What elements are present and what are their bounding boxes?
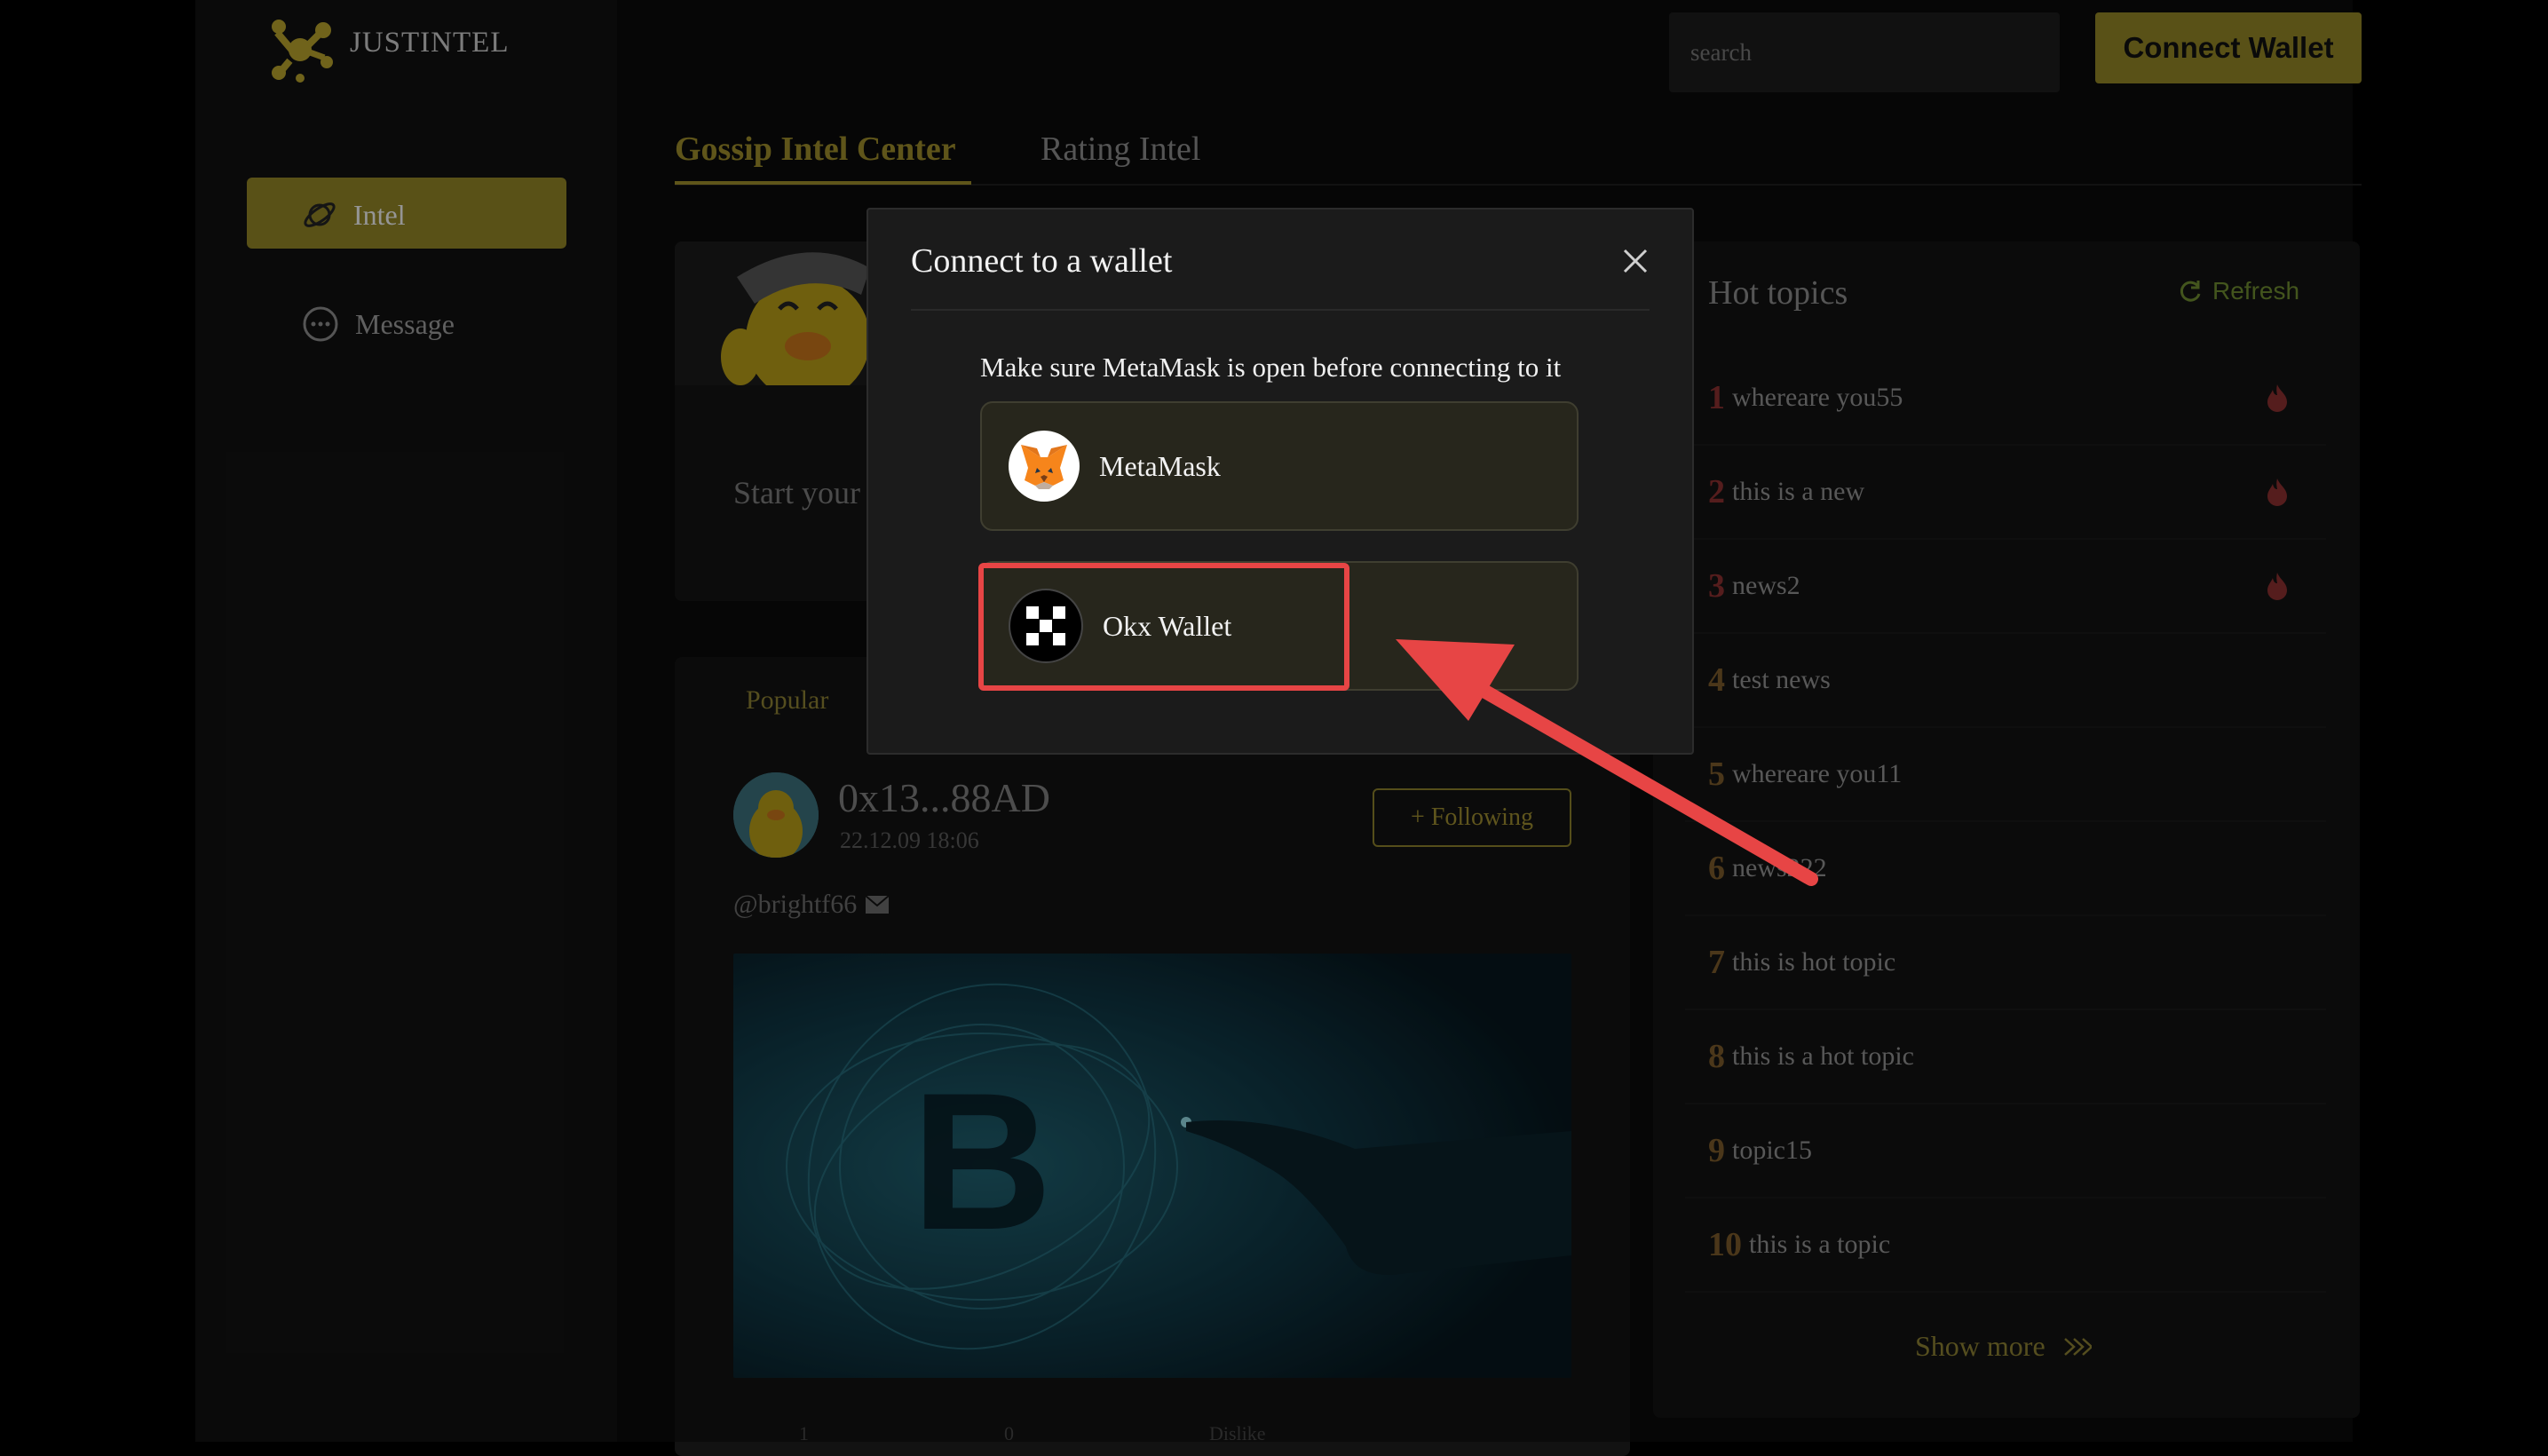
metamask-fox-icon [1009,431,1080,502]
close-icon[interactable] [1618,243,1653,279]
highlight-box [978,563,1349,691]
wallet-option-metamask[interactable]: MetaMask [980,401,1579,531]
wallet-label: MetaMask [1099,449,1221,482]
modal-hint: Make sure MetaMask is open before connec… [980,352,1562,383]
modal-divider [911,309,1650,311]
modal-title: Connect to a wallet [911,242,1173,280]
